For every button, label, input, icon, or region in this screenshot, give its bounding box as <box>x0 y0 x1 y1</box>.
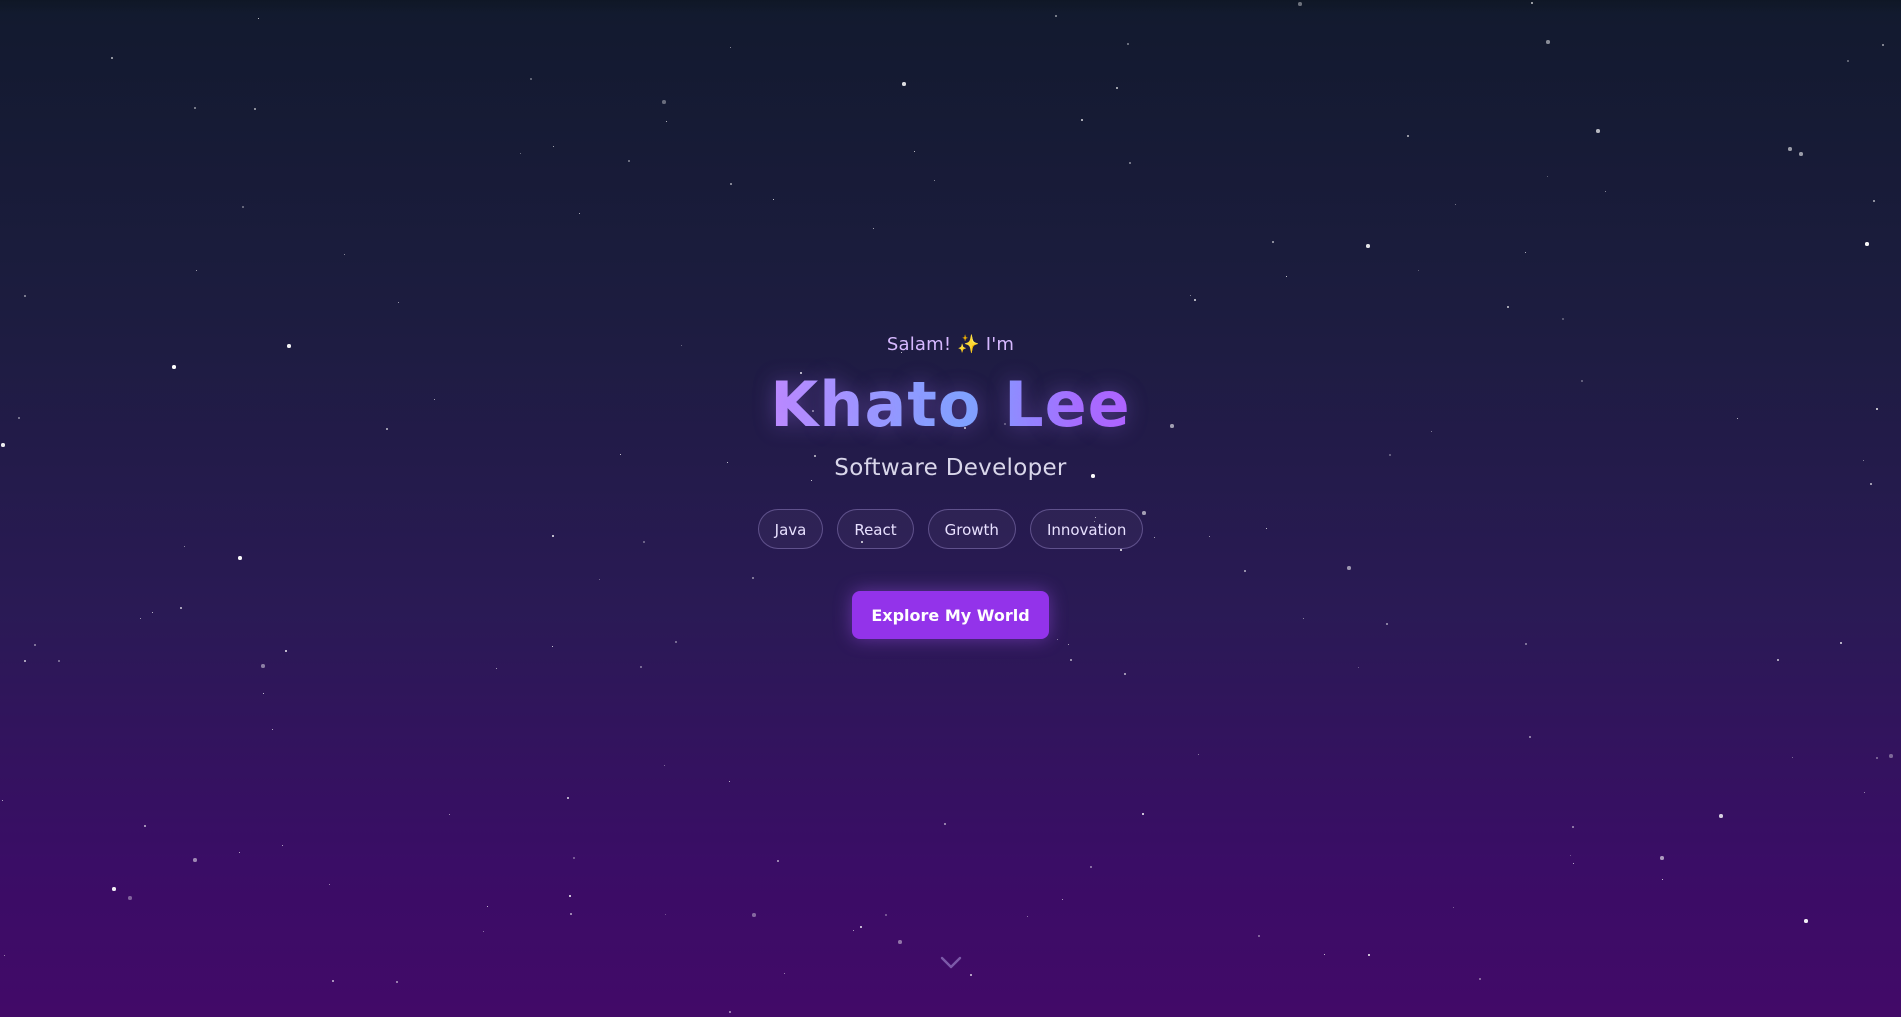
tag-java[interactable]: Java <box>757 509 824 549</box>
greeting-text: Salam! ✨ I'm <box>886 334 1015 355</box>
tag-react[interactable]: React <box>837 509 914 549</box>
skill-tags: Java React Growth Innovation <box>757 509 1144 551</box>
hero-section: Salam! ✨ I'm Khato Lee Software Develope… <box>0 0 1901 1017</box>
chevron-down-icon <box>940 956 962 969</box>
tag-innovation[interactable]: Innovation <box>1029 509 1144 549</box>
role-title: Software Developer <box>834 455 1067 481</box>
tag-growth[interactable]: Growth <box>927 509 1016 549</box>
hero-name: Khato Lee <box>770 368 1131 441</box>
scroll-down-button[interactable] <box>938 950 964 976</box>
explore-button[interactable]: Explore My World <box>852 591 1049 639</box>
